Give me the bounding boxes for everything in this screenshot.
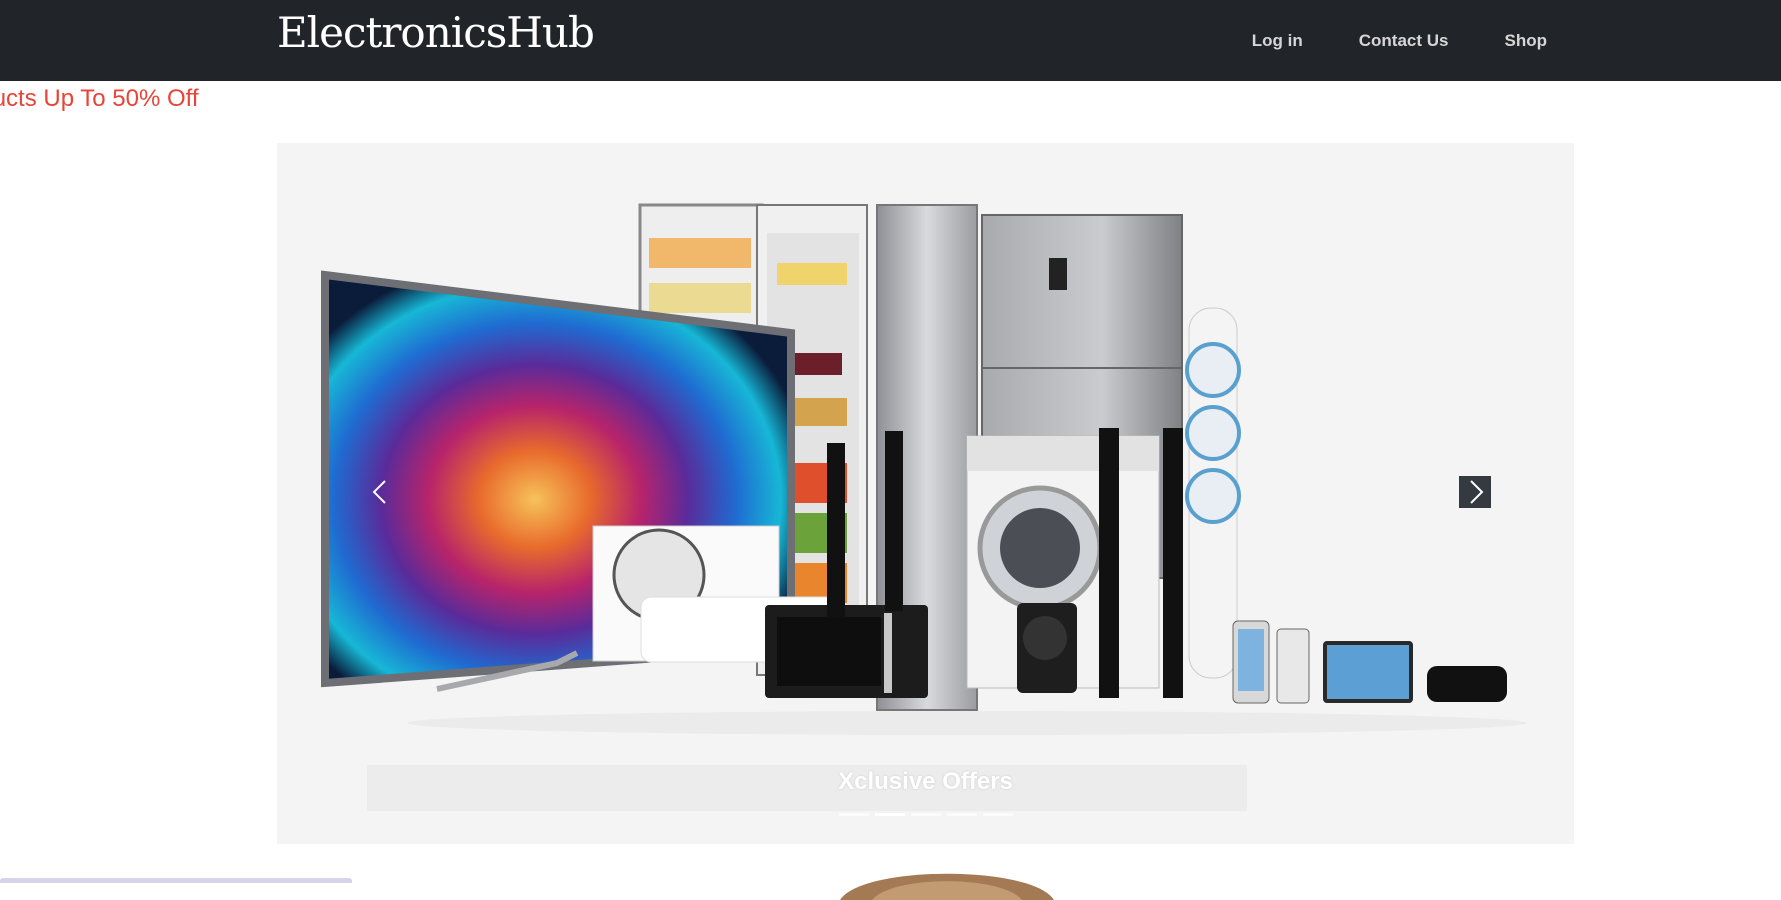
chevron-left-icon [372, 480, 386, 504]
page-scroll-hint [0, 878, 352, 883]
carousel-indicator-5[interactable] [983, 813, 1013, 816]
carousel-indicators [839, 813, 1013, 816]
appliances-slide-image [321, 203, 1527, 735]
login-link[interactable]: Log in [1252, 31, 1303, 51]
promo-marquee: Products Up To 50% Off [0, 85, 199, 112]
carousel-prev-button[interactable] [365, 476, 397, 508]
brand-logo[interactable]: ElectronicsHub [277, 8, 595, 57]
carousel-indicator-2[interactable] [875, 813, 905, 816]
chevron-right-icon [1470, 480, 1484, 504]
carousel-indicator-4[interactable] [947, 813, 977, 816]
carousel-indicator-1[interactable] [839, 813, 869, 816]
next-section-image [840, 873, 1054, 900]
shop-link[interactable]: Shop [1505, 31, 1548, 51]
carousel-caption: Xclusive Offers [838, 768, 1013, 795]
carousel-next-button[interactable] [1459, 476, 1491, 508]
nav-links: Log in Contact Us Shop [1252, 0, 1547, 81]
carousel-indicator-3[interactable] [911, 813, 941, 816]
hero-carousel: Xclusive Offers [277, 143, 1574, 844]
top-navbar: ElectronicsHub Log in Contact Us Shop [0, 0, 1781, 81]
contact-us-link[interactable]: Contact Us [1359, 31, 1449, 51]
